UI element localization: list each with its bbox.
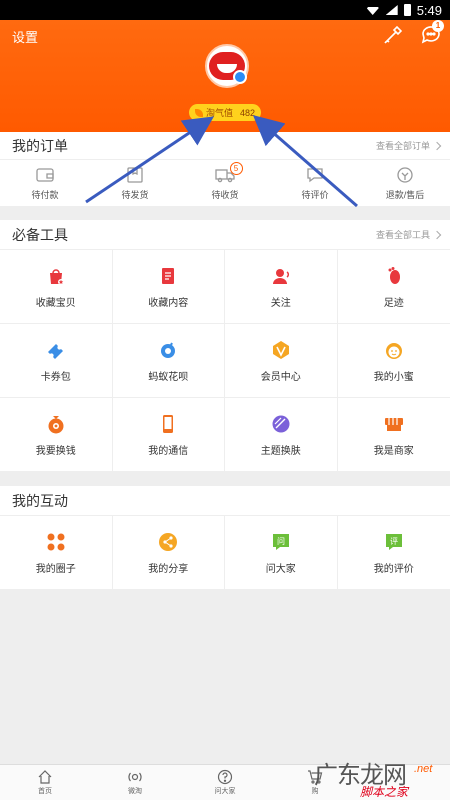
tool-label: 我的通信 <box>148 445 189 457</box>
taoqi-value: 482 <box>239 107 255 118</box>
coupon-icon <box>45 339 67 361</box>
taoqi-badge[interactable]: 淘气值 482 <box>189 104 261 121</box>
tool-favorite-content[interactable]: 收藏内容 <box>112 250 225 324</box>
tool-label: 我的分享 <box>148 563 189 575</box>
wallet-icon <box>35 166 55 184</box>
watermark-net: .net <box>414 763 433 775</box>
tool-review[interactable]: 评我的评价 <box>337 516 450 590</box>
comment-icon <box>305 166 325 184</box>
tool-huabei[interactable]: 蚂蚁花呗 <box>112 324 225 398</box>
tool-coupon[interactable]: 卡券包 <box>0 324 113 398</box>
tool-footprint[interactable]: 足迹 <box>337 250 450 324</box>
watermark: 广东龙网 .net 脚本之家 <box>314 755 450 800</box>
order-count-badge: 5 <box>229 162 243 175</box>
weitao-icon <box>128 772 142 782</box>
chevron-right-icon <box>432 230 442 239</box>
tool-label: 主题换肤 <box>260 445 301 457</box>
status-time: 5:49 <box>416 2 442 18</box>
tool-label: 我的小蜜 <box>373 371 414 383</box>
chevron-right-icon <box>432 141 442 150</box>
order-pending-shipment[interactable]: 待发货 <box>90 160 180 206</box>
interactions-section: 我的互动 我的圈子 我的分享问问大家评我的评价 <box>0 486 450 590</box>
gender-badge-icon <box>233 70 247 84</box>
circle-group-icon <box>45 531 67 553</box>
share-icon <box>157 531 179 553</box>
wifi-icon <box>365 7 380 15</box>
shop-icon <box>383 413 405 435</box>
order-pending-review[interactable]: 待评价 <box>270 160 360 206</box>
message-icon[interactable]: 1 <box>420 20 444 46</box>
home-icon <box>38 770 52 784</box>
taoqi-label: 淘气值 <box>206 108 234 118</box>
assistant-icon <box>383 339 405 361</box>
tool-label: 我要换钱 <box>35 445 76 457</box>
tool-vip[interactable]: 会员中心 <box>225 324 338 398</box>
leaf-icon <box>195 108 203 117</box>
signal-icon <box>385 5 398 15</box>
watermark-sub: 脚本之家 <box>360 785 409 799</box>
question-icon <box>217 769 233 785</box>
order-pending-receipt[interactable]: 5 待收货 <box>180 160 270 206</box>
svg-text:评: 评 <box>390 537 398 546</box>
tool-follow[interactable]: 关注 <box>225 250 338 324</box>
ask-icon: 问 <box>270 531 292 553</box>
tool-label: 收藏宝贝 <box>35 297 76 309</box>
nav-weitao[interactable]: 微淘 <box>90 765 180 800</box>
money-bag-icon <box>45 413 67 435</box>
skin-brush-icon[interactable] <box>382 24 404 46</box>
nav-home[interactable]: 首页 <box>0 765 90 800</box>
tool-theme[interactable]: 主题换肤 <box>225 398 338 472</box>
review-icon: 评 <box>383 531 405 553</box>
package-icon <box>125 166 145 184</box>
tool-shop[interactable]: 我是商家 <box>337 398 450 472</box>
orders-title: 我的订单 <box>12 137 68 154</box>
tools-title: 必备工具 <box>12 226 68 243</box>
vip-icon <box>270 339 292 361</box>
tools-section: 必备工具 查看全部工具 收藏宝贝 收藏内容 关注 足迹卡券包 蚂蚁花呗 会员中心 我的小蜜我… <box>0 220 450 472</box>
theme-icon <box>270 413 292 435</box>
tool-share[interactable]: 我的分享 <box>112 516 225 590</box>
tool-label: 会员中心 <box>260 371 301 383</box>
tool-phone[interactable]: 我的通信 <box>112 398 225 472</box>
svg-text:问: 问 <box>277 537 285 546</box>
profile-header: 设置 1 淘气值 482 <box>0 20 450 132</box>
tool-label: 我的评价 <box>373 563 414 575</box>
tool-label: 蚂蚁花呗 <box>148 371 189 383</box>
order-refund[interactable]: 退款/售后 <box>360 160 450 206</box>
settings-button[interactable]: 设置 <box>12 27 38 46</box>
order-pending-payment[interactable]: 待付款 <box>0 160 90 206</box>
tool-label: 足迹 <box>383 297 404 309</box>
tool-money-bag[interactable]: 我要换钱 <box>0 398 113 472</box>
tool-label: 问大家 <box>265 563 296 575</box>
message-badge: 1 <box>432 20 444 32</box>
nav-ask[interactable]: 问大家 <box>180 765 270 800</box>
tool-label: 收藏内容 <box>148 297 189 309</box>
view-all-orders-link[interactable]: 查看全部订单 <box>376 139 442 152</box>
battery-icon <box>403 4 411 16</box>
tool-assistant[interactable]: 我的小蜜 <box>337 324 450 398</box>
favorite-bag-icon <box>45 265 67 287</box>
tool-favorite-bag[interactable]: 收藏宝贝 <box>0 250 113 324</box>
footprint-icon <box>383 265 405 287</box>
phone-icon <box>157 413 179 435</box>
status-bar: 5:49 <box>0 0 450 20</box>
follow-icon <box>270 265 292 287</box>
interactions-title: 我的互动 <box>12 492 68 509</box>
huabei-icon <box>157 339 179 361</box>
orders-section: 我的订单 查看全部订单 待付款 待发货 5 待收货 待评价 退款/售后 <box>0 132 450 206</box>
tool-label: 关注 <box>270 297 291 309</box>
tool-ask[interactable]: 问问大家 <box>225 516 338 590</box>
tool-label: 我的圈子 <box>35 563 76 575</box>
view-all-tools-link[interactable]: 查看全部工具 <box>376 228 442 241</box>
tool-label: 我是商家 <box>373 445 414 457</box>
refund-icon <box>395 166 415 184</box>
favorite-content-icon <box>157 265 179 287</box>
tool-circle-group[interactable]: 我的圈子 <box>0 516 113 590</box>
tool-label: 卡券包 <box>40 371 71 383</box>
